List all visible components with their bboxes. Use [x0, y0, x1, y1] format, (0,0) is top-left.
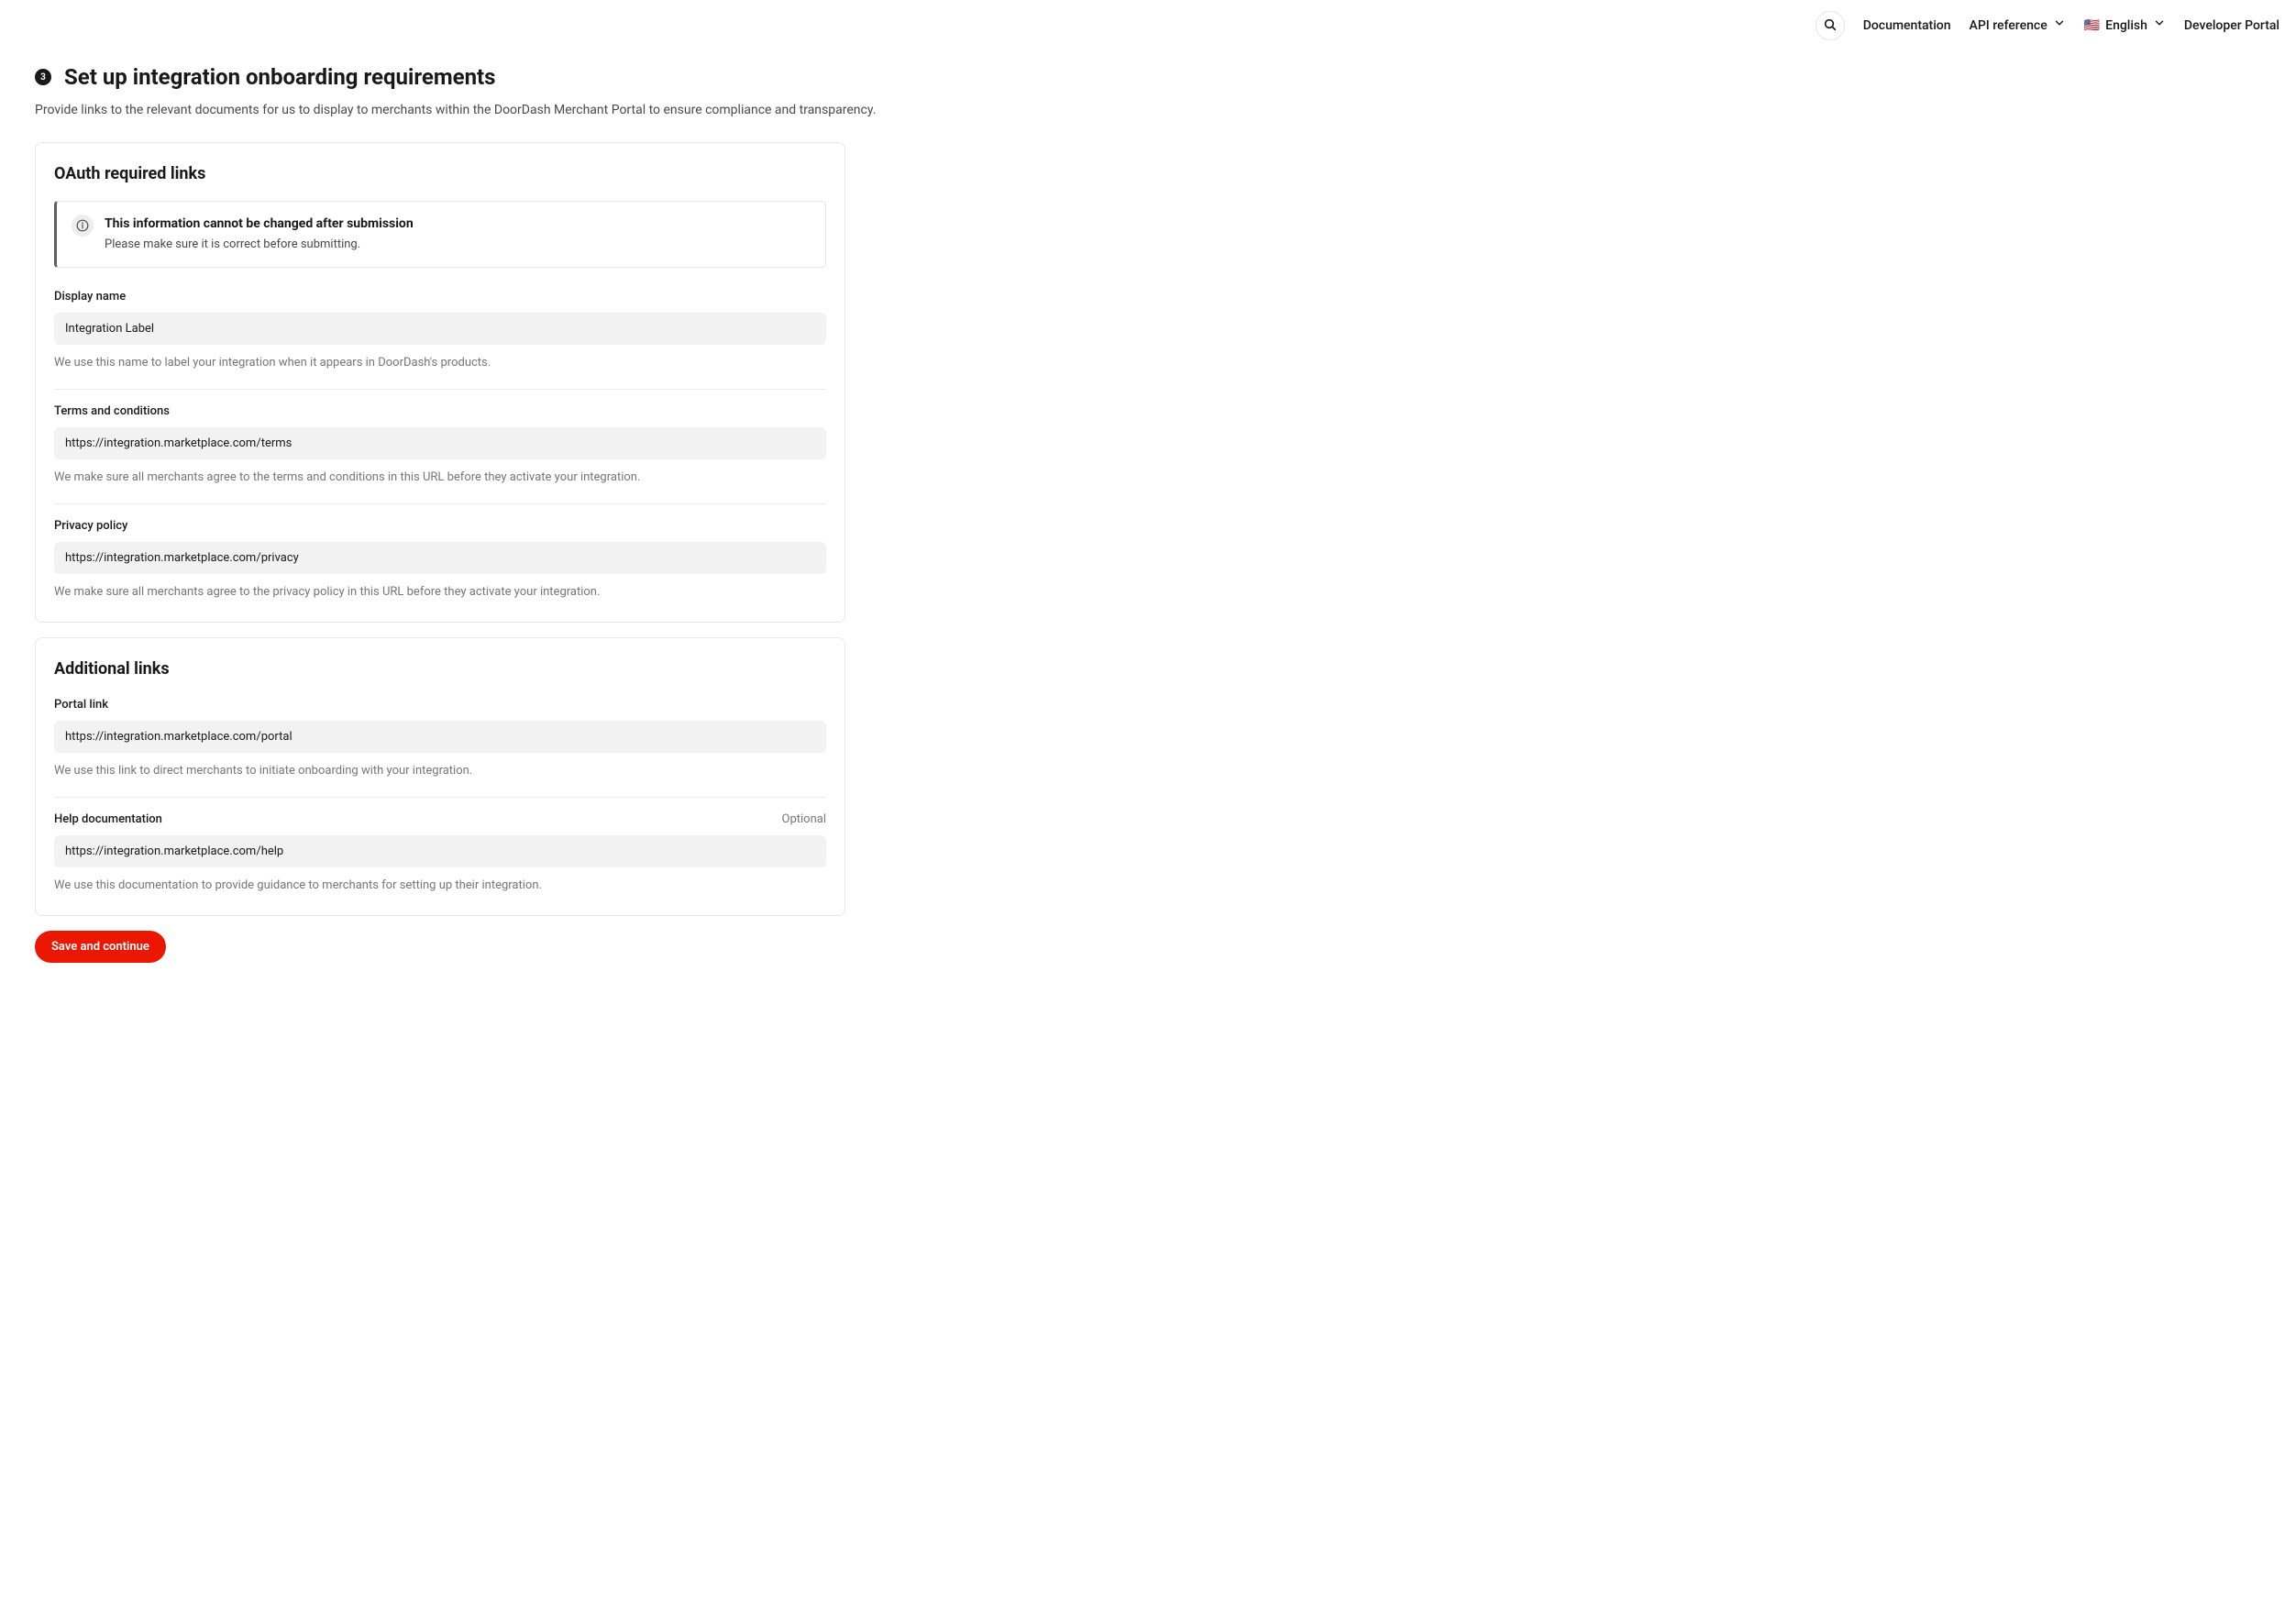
- save-continue-button[interactable]: Save and continue: [35, 931, 166, 963]
- search-button[interactable]: [1816, 11, 1845, 40]
- display-name-help: We use this name to label your integrati…: [54, 354, 826, 372]
- privacy-label: Privacy policy: [54, 517, 127, 535]
- info-icon: [72, 215, 94, 237]
- portal-link-label: Portal link: [54, 696, 108, 714]
- main-container: 3 Set up integration onboarding requirem…: [0, 51, 1210, 999]
- nav-api-reference[interactable]: API reference: [1970, 17, 2066, 36]
- portal-link-help: We use this link to direct merchants to …: [54, 762, 826, 780]
- nav-api-reference-label: API reference: [1970, 17, 2048, 36]
- terms-help: We make sure all merchants agree to the …: [54, 469, 826, 487]
- additional-card-title: Additional links: [54, 657, 826, 681]
- page-header: 3 Set up integration onboarding requirem…: [35, 61, 1176, 94]
- callout-content: This information cannot be changed after…: [105, 215, 414, 254]
- display-name-label: Display name: [54, 288, 126, 306]
- display-name-field: Display name We use this name to label y…: [54, 288, 826, 390]
- page-title: Set up integration onboarding requiremen…: [64, 61, 496, 94]
- topbar: Documentation API reference 🇺🇸 English D…: [0, 0, 2296, 51]
- display-name-input[interactable]: [54, 313, 826, 345]
- nav-documentation-label: Documentation: [1863, 17, 1951, 36]
- privacy-field: Privacy policy We make sure all merchant…: [54, 517, 826, 602]
- nav-documentation[interactable]: Documentation: [1863, 17, 1951, 36]
- oauth-required-links-card: OAuth required links This information ca…: [35, 142, 845, 623]
- terms-input[interactable]: [54, 427, 826, 459]
- nav-developer-portal-label: Developer Portal: [2184, 17, 2279, 36]
- portal-link-field: Portal link We use this link to direct m…: [54, 696, 826, 798]
- chevron-down-icon: [2053, 17, 2066, 36]
- nav-developer-portal[interactable]: Developer Portal: [2184, 17, 2279, 36]
- flag-icon: 🇺🇸: [2084, 17, 2100, 36]
- oauth-card-title: OAuth required links: [54, 161, 826, 186]
- help-doc-optional: Optional: [782, 811, 826, 829]
- info-callout: This information cannot be changed after…: [54, 201, 826, 268]
- privacy-help: We make sure all merchants agree to the …: [54, 583, 826, 602]
- help-doc-label: Help documentation: [54, 811, 162, 829]
- help-doc-input[interactable]: [54, 835, 826, 867]
- chevron-down-icon: [2153, 17, 2166, 36]
- step-badge: 3: [35, 69, 51, 85]
- callout-body: Please make sure it is correct before su…: [105, 236, 414, 254]
- step-number: 3: [40, 71, 46, 84]
- privacy-input[interactable]: [54, 542, 826, 574]
- terms-field: Terms and conditions We make sure all me…: [54, 403, 826, 504]
- help-doc-field: Help documentation Optional We use this …: [54, 811, 826, 895]
- portal-link-input[interactable]: [54, 721, 826, 753]
- language-selector[interactable]: 🇺🇸 English: [2084, 17, 2166, 36]
- help-doc-help: We use this documentation to provide gui…: [54, 877, 826, 895]
- additional-links-card: Additional links Portal link We use this…: [35, 637, 845, 916]
- callout-title: This information cannot be changed after…: [105, 215, 414, 234]
- terms-label: Terms and conditions: [54, 403, 170, 421]
- search-icon: [1823, 17, 1838, 35]
- page-subtitle: Provide links to the relevant documents …: [35, 101, 1176, 120]
- language-label: English: [2105, 17, 2147, 36]
